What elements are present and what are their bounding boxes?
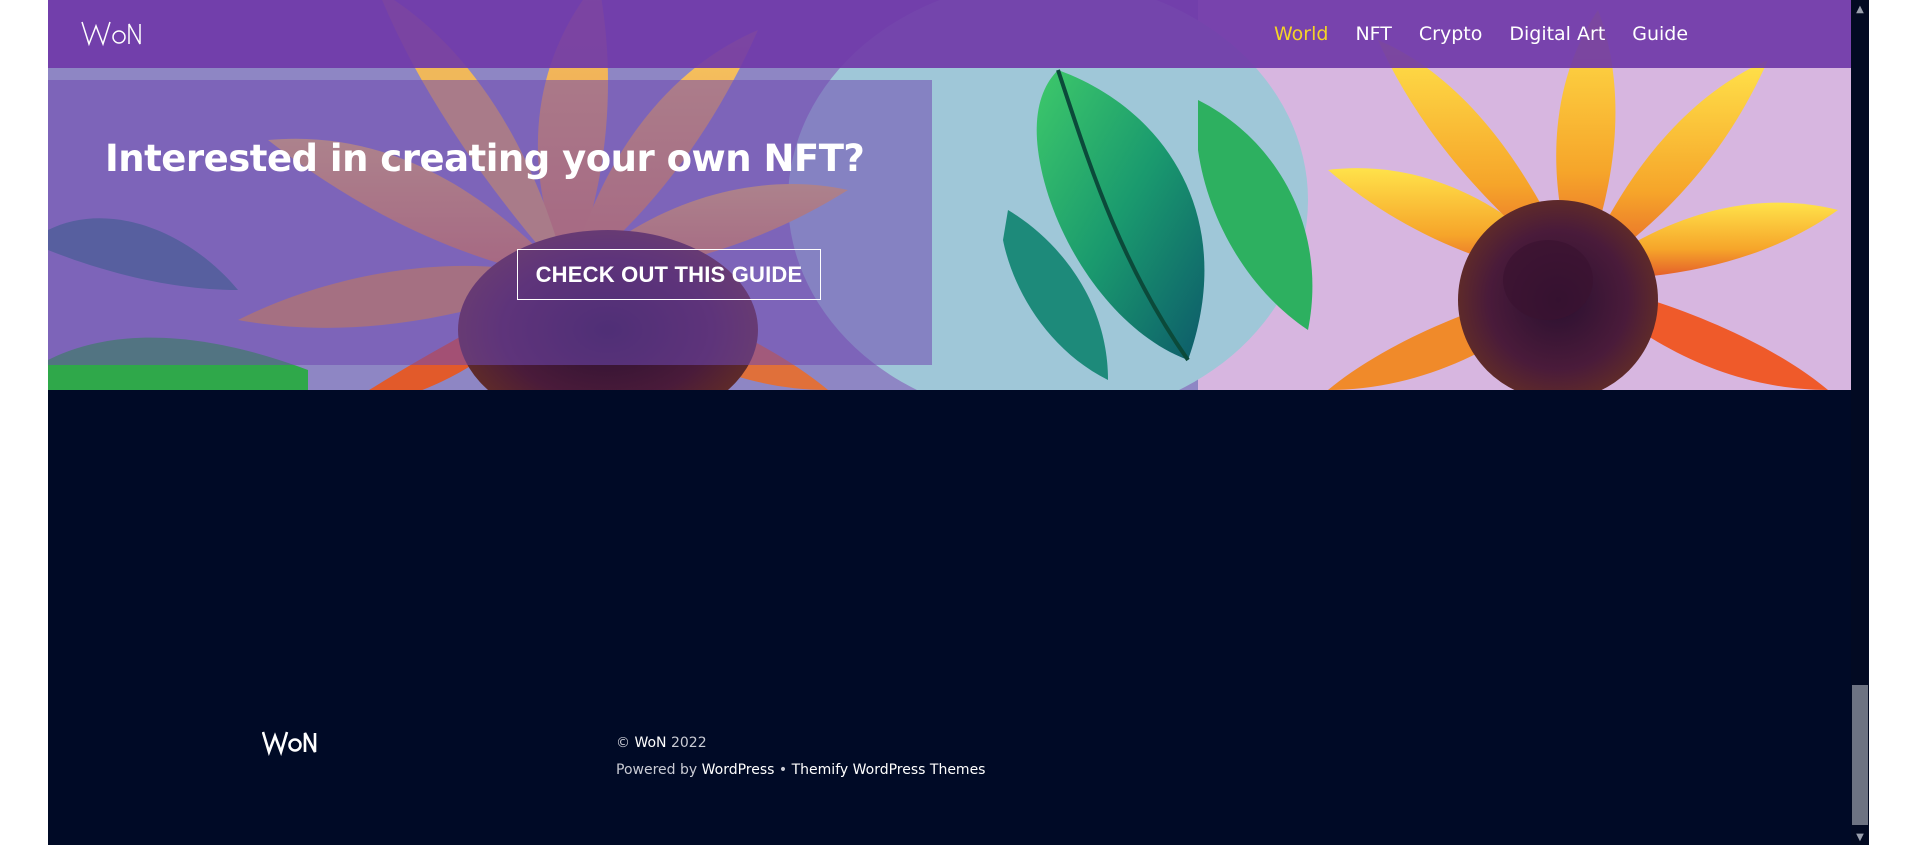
nav-item-world[interactable]: World: [1274, 23, 1328, 45]
cta-panel: Interested in creating your own NFT? CHE…: [48, 80, 932, 365]
nav-item-nft[interactable]: NFT: [1355, 23, 1391, 45]
powered-by-line: Powered by WordPress • Themify WordPress…: [616, 757, 985, 784]
main-menu: World NFT Crypto Digital Art Guide: [1274, 0, 1688, 68]
scroll-down-arrow-icon[interactable]: ▼: [1851, 828, 1869, 846]
themify-link[interactable]: Themify WordPress Themes: [792, 762, 986, 778]
footer-logo[interactable]: [262, 728, 318, 756]
copyright-name: WoN: [634, 735, 667, 751]
copyright-line: © WoN 2022: [616, 730, 985, 757]
hero-banner: World NFT Crypto Digital Art Guide Inter…: [48, 0, 1851, 390]
site-logo[interactable]: [80, 16, 144, 50]
copyright-symbol: ©: [616, 735, 630, 751]
nav-item-digital-art[interactable]: Digital Art: [1509, 23, 1605, 45]
page-scrollbar[interactable]: ▲ ▼: [1851, 0, 1869, 846]
footer-separator: •: [778, 762, 788, 778]
nav-item-crypto[interactable]: Crypto: [1419, 23, 1482, 45]
footer-credits: © WoN 2022 Powered by WordPress • Themif…: [616, 730, 985, 784]
wordpress-link[interactable]: WordPress: [702, 762, 775, 778]
scroll-up-arrow-icon[interactable]: ▲: [1851, 0, 1869, 18]
copyright-year: 2022: [670, 735, 707, 751]
top-navigation-bar: World NFT Crypto Digital Art Guide: [48, 0, 1851, 68]
powered-by-text: Powered by: [616, 762, 698, 778]
scrollbar-thumb[interactable]: [1852, 685, 1868, 825]
check-out-guide-button[interactable]: CHECK OUT THIS GUIDE: [517, 249, 821, 300]
nav-item-guide[interactable]: Guide: [1632, 23, 1688, 45]
cta-heading: Interested in creating your own NFT?: [105, 137, 865, 180]
page-frame: World NFT Crypto Digital Art Guide Inter…: [48, 0, 1851, 845]
